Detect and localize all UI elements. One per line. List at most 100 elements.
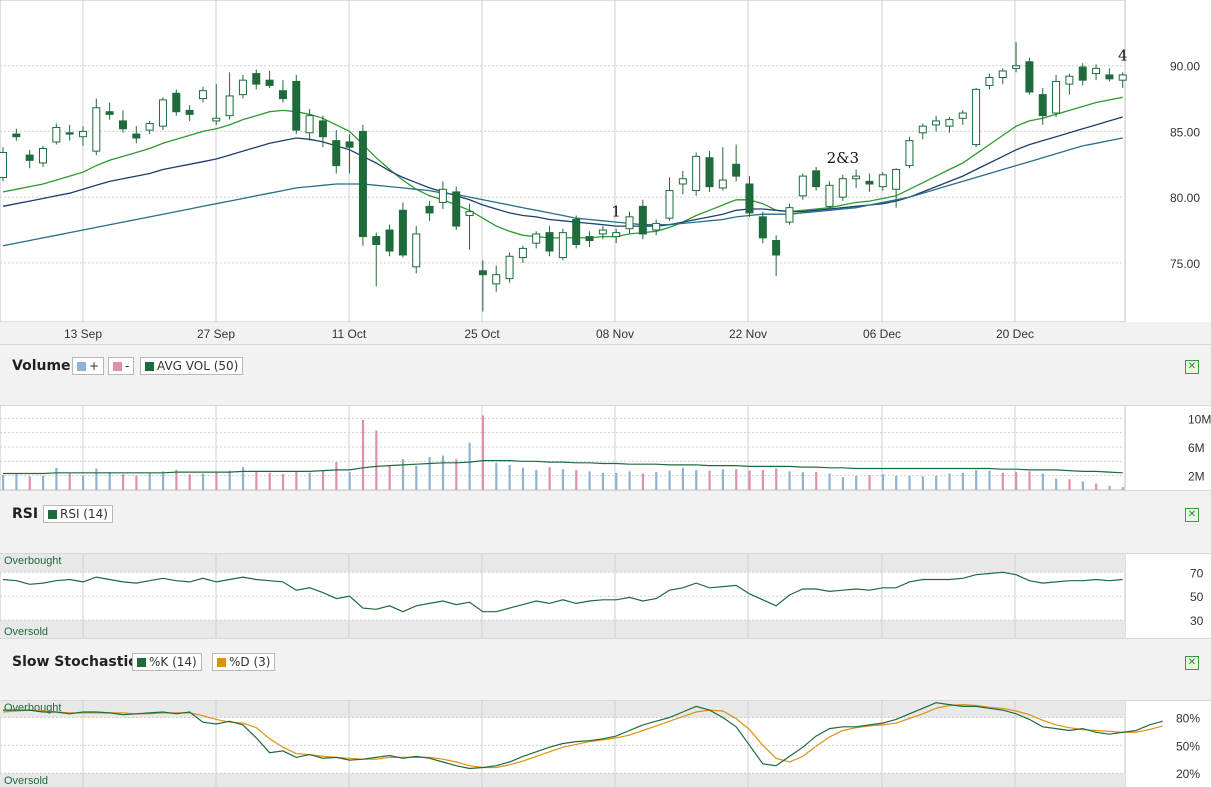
candle-body <box>572 218 581 245</box>
price-annotation: 1 <box>611 203 621 221</box>
volume-bar <box>428 457 431 490</box>
volume-bar <box>935 475 938 490</box>
volume-bar <box>655 472 658 490</box>
volume-bar <box>561 469 565 490</box>
candle-body <box>292 80 301 131</box>
volume-bar <box>641 473 645 490</box>
rsi-panel-header: RSI RSI (14) ✕ <box>0 490 1211 554</box>
stoch-ytick-label: 50% <box>1176 739 1200 753</box>
volume-bar <box>895 475 898 490</box>
volume-bar <box>761 469 765 490</box>
candle-body <box>265 79 274 86</box>
candle-body <box>372 236 381 245</box>
volume-bar <box>215 472 218 490</box>
candle-body <box>518 247 527 259</box>
volume-bar <box>748 470 751 490</box>
volume-bar <box>308 472 311 490</box>
candle-body <box>585 236 594 242</box>
avg-vol-swatch <box>145 361 154 371</box>
volume-bar <box>1068 479 1071 490</box>
volume-bar <box>788 471 791 490</box>
volume-up-label: + <box>89 359 100 373</box>
stoch-close-icon[interactable]: ✕ <box>1185 656 1199 670</box>
volume-bar <box>175 469 178 490</box>
candle-body <box>305 115 314 134</box>
candle-body <box>1105 74 1114 80</box>
price-annotation: 2&3 <box>827 149 859 167</box>
candle-body <box>412 233 421 268</box>
stoch-panel-header: Slow Stochastic %K (14) %D (3) ✕ <box>0 638 1211 701</box>
candle-body <box>758 216 767 239</box>
volume-bar <box>441 455 445 490</box>
volume-bar <box>55 467 58 490</box>
candle-body <box>1025 61 1034 93</box>
x-axis-label: 22 Nov <box>729 327 767 341</box>
volume-bar <box>295 471 298 490</box>
candle-body <box>825 184 834 207</box>
rsi-overbought-label: Overbought <box>4 555 61 567</box>
volume-bar <box>521 467 525 490</box>
volume-ytick-label: 6M <box>1188 441 1205 455</box>
volume-bar <box>361 419 365 490</box>
volume-bar <box>401 459 405 490</box>
candle-body <box>998 70 1007 79</box>
volume-bar <box>908 475 911 490</box>
volume-up-legend: + <box>72 357 105 375</box>
candle-body <box>638 205 647 235</box>
volume-bar <box>681 467 685 490</box>
volume-panel-header: Volume + - AVG VOL (50) ✕ <box>0 344 1211 406</box>
volume-close-icon[interactable]: ✕ <box>1185 360 1199 374</box>
candle-body <box>118 120 127 130</box>
candle-body <box>798 175 807 197</box>
candle-body <box>225 95 234 117</box>
volume-bar <box>348 472 351 490</box>
volume-bar <box>975 469 978 490</box>
candle-body <box>892 169 901 190</box>
x-axis-label: 20 Dec <box>996 327 1034 341</box>
candle-body <box>465 211 474 217</box>
candle-body <box>692 155 701 192</box>
d-label: %D (3) <box>229 655 271 669</box>
rsi-ytick-label: 50 <box>1190 590 1204 604</box>
volume-bar <box>255 472 258 490</box>
volume-bar <box>855 475 858 490</box>
volume-bar <box>828 473 831 490</box>
volume-bar <box>321 469 325 490</box>
candle-body <box>332 140 341 167</box>
candle-body <box>358 130 367 238</box>
price-ytick-label: 90.00 <box>1170 60 1200 74</box>
candle-body <box>918 125 927 134</box>
candle-body <box>252 73 261 85</box>
rsi-close-icon[interactable]: ✕ <box>1185 508 1199 522</box>
price-ytick-label: 85.00 <box>1170 125 1200 139</box>
rsi-panel-title: RSI <box>12 506 39 522</box>
volume-bar <box>921 476 924 490</box>
volume-bar <box>495 462 498 490</box>
volume-bar <box>161 471 165 490</box>
candle-body <box>492 274 501 285</box>
candle-body <box>12 133 21 138</box>
rsi-overbought-band <box>0 552 1125 573</box>
x-axis-label: 06 Dec <box>863 327 901 341</box>
k-swatch <box>137 657 146 667</box>
candle-body <box>132 133 141 139</box>
candle-body <box>278 90 287 100</box>
volume-ytick-label: 10M <box>1188 412 1211 426</box>
x-axis-label: 08 Nov <box>596 327 634 341</box>
candle-body <box>665 190 674 219</box>
volume-bar <box>1028 471 1031 490</box>
candle-body <box>1038 94 1047 117</box>
volume-bar <box>188 474 191 490</box>
candle-body <box>38 148 47 164</box>
candle-body <box>345 141 354 148</box>
volume-bar <box>988 470 991 490</box>
candle-body <box>158 99 167 127</box>
rsi-legend: RSI (14) <box>43 505 113 523</box>
candle-body <box>65 132 74 135</box>
d-swatch <box>217 657 226 667</box>
candle-body <box>78 130 87 138</box>
candle-body <box>972 88 981 146</box>
volume-bar <box>81 475 85 490</box>
candle-body <box>105 111 114 115</box>
volume-bar <box>95 468 98 490</box>
